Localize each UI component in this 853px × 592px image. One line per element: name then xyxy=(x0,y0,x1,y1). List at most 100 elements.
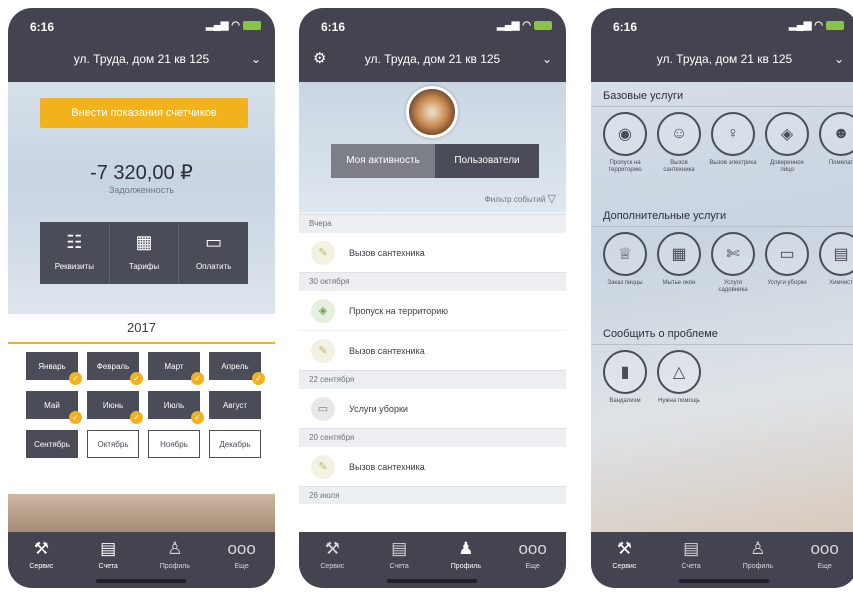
tab-my-activity[interactable]: Моя активность xyxy=(331,144,435,178)
service-label: Вызов электрика xyxy=(709,160,757,166)
extra-services-title: Дополнительные услуги xyxy=(603,210,727,222)
address-selector[interactable]: ул. Труда, дом 21 кв 125 ⌄ xyxy=(8,44,275,82)
month-button[interactable]: Июнь ✓ xyxy=(87,391,143,424)
more-dots-icon: ooo xyxy=(810,539,839,558)
dry-cleaning-icon: ▤ xyxy=(819,232,853,276)
tab-service[interactable]: ⚒ Сервис xyxy=(8,532,75,588)
month-button[interactable]: Май ✓ xyxy=(26,391,82,424)
month-button[interactable]: Ноябрь xyxy=(148,430,200,458)
tab-more[interactable]: ooo Еще xyxy=(208,532,275,588)
home-indicator xyxy=(96,579,186,583)
wrench-icon: ✎ xyxy=(311,240,335,265)
tab-label: Профиль xyxy=(742,563,773,570)
invoice-icon: ▤ xyxy=(100,539,117,558)
month-button[interactable]: Декабрь xyxy=(209,430,261,458)
check-icon: ✓ xyxy=(69,372,82,385)
month-button[interactable]: Февраль ✓ xyxy=(87,352,143,385)
month-button[interactable]: Сентябрь xyxy=(26,430,78,458)
feed-item[interactable]: ▭ Услуги уборки xyxy=(299,388,566,428)
tab-label: Сервис xyxy=(612,563,637,570)
month-button[interactable]: Март ✓ xyxy=(148,352,204,385)
feed-item-label: Пропуск на территорию xyxy=(349,305,449,316)
problem-row: ▮ Вандализм △ Нужна помощь xyxy=(601,350,703,405)
service-tile[interactable]: ☻ Помелат xyxy=(817,112,853,174)
service-label: Заказ пиццы xyxy=(607,280,643,286)
month-button[interactable]: Январь ✓ xyxy=(26,352,82,385)
segmented-control: Моя активность Пользователи xyxy=(331,144,539,178)
requisites-button[interactable]: ☷ Реквизиты xyxy=(40,222,110,284)
year-label[interactable]: 2017 xyxy=(8,320,275,335)
report-problem-title: Сообщить о проблеме xyxy=(603,328,718,340)
tab-label: Еще xyxy=(525,563,540,570)
feed-item[interactable]: ✎ Вызов сантехника xyxy=(299,330,566,370)
service-tile[interactable]: ▮ Вандализм xyxy=(601,350,649,405)
plumber-icon: ☺ xyxy=(657,112,701,156)
chef-hat-icon: ♕ xyxy=(603,232,647,276)
wrench-icon: ✎ xyxy=(311,454,335,479)
wrench-icon: ✎ xyxy=(311,338,335,363)
service-tile[interactable]: ♀ Вызов электрика xyxy=(709,112,757,174)
month-button[interactable]: Октябрь xyxy=(87,430,139,458)
service-tile[interactable]: △ Нужна помощь xyxy=(655,350,703,405)
debt-label: Задолженность xyxy=(108,185,175,195)
month-label: Ноябрь xyxy=(160,440,188,449)
feed-item[interactable]: ◈ Пропуск на территорию xyxy=(299,290,566,330)
service-tile[interactable]: ✄ Услуги садовника xyxy=(709,232,757,294)
section-divider xyxy=(591,106,853,107)
month-button[interactable]: Апрель ✓ xyxy=(209,352,265,385)
gear-icon[interactable]: ⚙ xyxy=(313,44,326,74)
tab-more[interactable]: ooo Еще xyxy=(791,532,853,588)
tab-label: Профиль xyxy=(450,563,481,570)
month-button[interactable]: Август xyxy=(209,391,261,419)
signal-wifi-battery-icon: ▂▄▆ ◠ xyxy=(497,20,552,31)
month-label: Май xyxy=(44,401,60,410)
service-tile[interactable]: ☺ Вызов сантехника xyxy=(655,112,703,174)
feed-item[interactable]: ✎ Вызов сантехника xyxy=(299,446,566,486)
avatar[interactable] xyxy=(406,86,458,138)
feed-item-label: Услуги уборки xyxy=(349,403,408,414)
warning-icon: △ xyxy=(657,350,701,394)
feed-item[interactable]: ✎ Вызов сантехника xyxy=(299,232,566,272)
month-label: Июнь xyxy=(102,401,124,410)
month-button[interactable]: Июль ✓ xyxy=(148,391,204,424)
service-label: Услуги уборки xyxy=(767,280,807,286)
wrench-tools-icon: ⚒ xyxy=(616,539,632,558)
home-indicator xyxy=(679,579,769,583)
tariffs-button[interactable]: ▦ Тарифы xyxy=(110,222,180,284)
tab-service[interactable]: ⚒ Сервис xyxy=(591,532,658,588)
feed-date-header: 22 сентября xyxy=(299,370,566,388)
service-tile[interactable]: ▤ Химчист xyxy=(817,232,853,294)
service-label: Услуги садовника xyxy=(718,280,748,293)
calculator-icon: ▦ xyxy=(135,232,153,252)
service-tile[interactable]: ♕ Заказ пиццы xyxy=(601,232,649,294)
tab-label: Сервис xyxy=(29,563,54,570)
pay-button[interactable]: ▭ Оплатить xyxy=(179,222,248,284)
address-selector[interactable]: ⚙ ул. Труда, дом 21 кв 125 ⌄ xyxy=(299,44,566,82)
face-icon: ☻ xyxy=(819,112,853,156)
pay-label: Оплатить xyxy=(195,262,232,271)
home-indicator xyxy=(387,579,477,583)
tab-service[interactable]: ⚒ Сервис xyxy=(299,532,366,588)
address-selector[interactable]: ул. Труда, дом 21 кв 125 ⌄ xyxy=(591,44,853,82)
phone-screen-profile: 6:16 ▂▄▆ ◠ ⚙ ул. Труда, дом 21 кв 125 ⌄ … xyxy=(299,8,566,588)
service-tile[interactable]: ◈ Доверенное лицо xyxy=(763,112,811,174)
requisites-label: Реквизиты xyxy=(54,262,94,271)
feed-date-header: 30 октября xyxy=(299,272,566,290)
balance-amount: -7 320,00 ₽ xyxy=(90,162,193,184)
service-tile[interactable]: ▭ Услуги уборки xyxy=(763,232,811,294)
check-icon: ✓ xyxy=(69,411,82,424)
user-icon: ♙ xyxy=(750,539,766,558)
status-bar: 6:16 ▂▄▆ ◠ xyxy=(8,8,275,44)
garden-icon: ✄ xyxy=(711,232,755,276)
tab-more[interactable]: ooo Еще xyxy=(499,532,566,588)
event-filter-button[interactable]: Фильтр событий ▽ xyxy=(485,192,556,205)
address-label: ул. Труда, дом 21 кв 125 xyxy=(364,52,501,66)
service-tile[interactable]: ▦ Мытье окон xyxy=(655,232,703,294)
status-bar: 6:16 ▂▄▆ ◠ xyxy=(591,8,853,44)
tab-users[interactable]: Пользователи xyxy=(435,144,539,178)
chevron-down-icon: ⌄ xyxy=(250,52,261,66)
address-label: ул. Труда, дом 21 кв 125 xyxy=(656,52,793,66)
submit-meter-readings-button[interactable]: Внести показания счетчиков xyxy=(40,98,248,128)
month-label: Январь xyxy=(38,362,66,371)
service-tile[interactable]: ◉ Пропуск на территорию xyxy=(601,112,649,174)
